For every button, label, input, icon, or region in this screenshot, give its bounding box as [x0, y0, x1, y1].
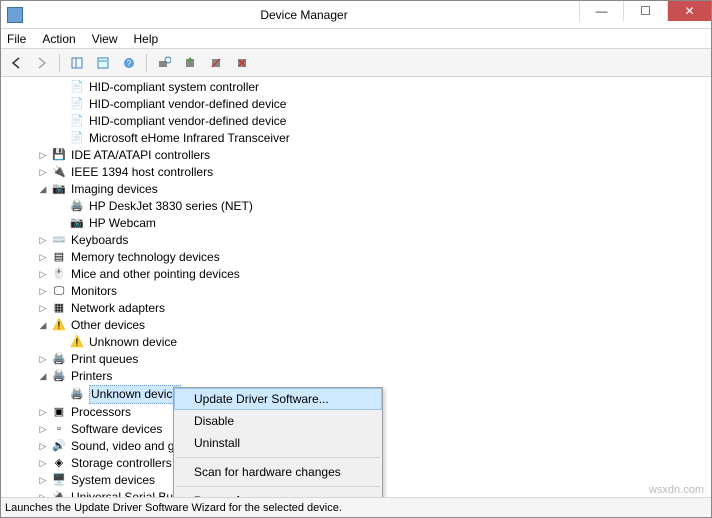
sound-icon: 🔊: [51, 440, 67, 454]
update-driver-button[interactable]: [179, 52, 201, 74]
device-manager-window: Device Manager — ☐ ✕ File Action View He…: [0, 0, 712, 518]
tree-item[interactable]: ▷🔌IEEE 1394 host controllers: [19, 164, 711, 181]
tree-item[interactable]: 📄Microsoft eHome Infrared Transceiver: [19, 130, 711, 147]
menu-help[interactable]: Help: [134, 32, 159, 46]
titlebar: Device Manager — ☐ ✕: [1, 1, 711, 29]
tree-item[interactable]: ▷▦Network adapters: [19, 300, 711, 317]
expand-icon[interactable]: ▷: [37, 421, 49, 438]
expand-icon[interactable]: ▷: [37, 438, 49, 455]
close-button[interactable]: ✕: [667, 1, 711, 21]
expand-icon[interactable]: ▷: [37, 266, 49, 283]
menubar: File Action View Help: [1, 29, 711, 49]
toolbar-separator: [59, 54, 60, 72]
context-menu: Update Driver Software... Disable Uninst…: [173, 387, 383, 497]
collapse-icon[interactable]: ◢: [37, 181, 49, 198]
menu-view[interactable]: View: [92, 32, 118, 46]
expand-icon[interactable]: ▷: [37, 232, 49, 249]
hid-icon: 📄: [69, 81, 85, 95]
tree-item[interactable]: ◢⚠️Other devices: [19, 317, 711, 334]
scan-hardware-button[interactable]: [153, 52, 175, 74]
tree-item[interactable]: ⚠️Unknown device: [19, 334, 711, 351]
window-title: Device Manager: [29, 8, 579, 22]
tree-item[interactable]: ▷⌨️Keyboards: [19, 232, 711, 249]
tree-item[interactable]: ▷💾IDE ATA/ATAPI controllers: [19, 147, 711, 164]
storage-icon: ◈: [51, 457, 67, 471]
collapse-icon[interactable]: ◢: [37, 317, 49, 334]
webcam-icon: 📷: [69, 217, 85, 231]
print-queue-icon: 🖨️: [51, 353, 67, 367]
tree-item[interactable]: ▷▤Memory technology devices: [19, 249, 711, 266]
tree-item[interactable]: ◢🖨️Printers: [19, 368, 711, 385]
show-hide-console-button[interactable]: [66, 52, 88, 74]
controller-icon: 🔌: [51, 166, 67, 180]
toolbar: ?: [1, 49, 711, 77]
unknown-device-icon: ⚠️: [69, 336, 85, 350]
network-icon: ▦: [51, 302, 67, 316]
context-uninstall[interactable]: Uninstall: [174, 432, 382, 454]
unknown-device-icon: 🖨️: [69, 388, 85, 402]
uninstall-button[interactable]: [231, 52, 253, 74]
tree-item[interactable]: ▷🖱️Mice and other pointing devices: [19, 266, 711, 283]
disable-button[interactable]: [205, 52, 227, 74]
expand-icon[interactable]: ▷: [37, 300, 49, 317]
hid-icon: 📄: [69, 98, 85, 112]
other-devices-icon: ⚠️: [51, 319, 67, 333]
imaging-icon: 📷: [51, 183, 67, 197]
properties-button[interactable]: [92, 52, 114, 74]
context-scan-hardware[interactable]: Scan for hardware changes: [174, 461, 382, 483]
context-separator: [176, 486, 380, 487]
context-disable[interactable]: Disable: [174, 410, 382, 432]
processor-icon: ▣: [51, 406, 67, 420]
app-icon: [7, 7, 23, 23]
expand-icon[interactable]: ▷: [37, 472, 49, 489]
context-separator: [176, 457, 380, 458]
tree-item[interactable]: 🖨️HP DeskJet 3830 series (NET): [19, 198, 711, 215]
statusbar: Launches the Update Driver Software Wiza…: [1, 497, 711, 517]
expand-icon[interactable]: ▷: [37, 249, 49, 266]
context-update-driver[interactable]: Update Driver Software...: [174, 388, 382, 410]
tree-item[interactable]: 📄HID-compliant system controller: [19, 79, 711, 96]
printer-icon: 🖨️: [69, 200, 85, 214]
menu-file[interactable]: File: [7, 32, 26, 46]
collapse-icon[interactable]: ◢: [37, 368, 49, 385]
watermark: wsxdn.com: [649, 484, 704, 496]
software-icon: ▫: [51, 423, 67, 437]
tree-item[interactable]: 📷HP Webcam: [19, 215, 711, 232]
caption-buttons: — ☐ ✕: [579, 1, 711, 28]
keyboard-icon: ⌨️: [51, 234, 67, 248]
printers-icon: 🖨️: [51, 370, 67, 384]
minimize-button[interactable]: —: [579, 1, 623, 21]
forward-button[interactable]: [31, 52, 53, 74]
system-icon: 🖥️: [51, 474, 67, 488]
expand-icon[interactable]: ▷: [37, 489, 49, 497]
help-button[interactable]: ?: [118, 52, 140, 74]
controller-icon: 💾: [51, 149, 67, 163]
hid-icon: 📄: [69, 132, 85, 146]
usb-icon: 🔌: [51, 491, 67, 498]
mouse-icon: 🖱️: [51, 268, 67, 282]
maximize-button[interactable]: ☐: [623, 1, 667, 21]
device-tree[interactable]: 📄HID-compliant system controller 📄HID-co…: [1, 77, 711, 497]
expand-icon[interactable]: ▷: [37, 351, 49, 368]
tree-item[interactable]: 📄HID-compliant vendor-defined device: [19, 96, 711, 113]
expand-icon[interactable]: ▷: [37, 455, 49, 472]
context-properties[interactable]: Properties: [174, 490, 382, 497]
tree-item[interactable]: 📄HID-compliant vendor-defined device: [19, 113, 711, 130]
back-button[interactable]: [5, 52, 27, 74]
hid-icon: 📄: [69, 115, 85, 129]
svg-text:?: ?: [127, 59, 132, 68]
expand-icon[interactable]: ▷: [37, 164, 49, 181]
expand-icon[interactable]: ▷: [37, 404, 49, 421]
expand-icon[interactable]: ▷: [37, 147, 49, 164]
menu-action[interactable]: Action: [42, 32, 75, 46]
toolbar-separator: [146, 54, 147, 72]
tree-item[interactable]: ◢📷Imaging devices: [19, 181, 711, 198]
status-text: Launches the Update Driver Software Wiza…: [5, 502, 342, 514]
tree-item[interactable]: ▷🖵Monitors: [19, 283, 711, 300]
expand-icon[interactable]: ▷: [37, 283, 49, 300]
tree-item[interactable]: ▷🖨️Print queues: [19, 351, 711, 368]
monitor-icon: 🖵: [51, 285, 67, 299]
memory-icon: ▤: [51, 251, 67, 265]
